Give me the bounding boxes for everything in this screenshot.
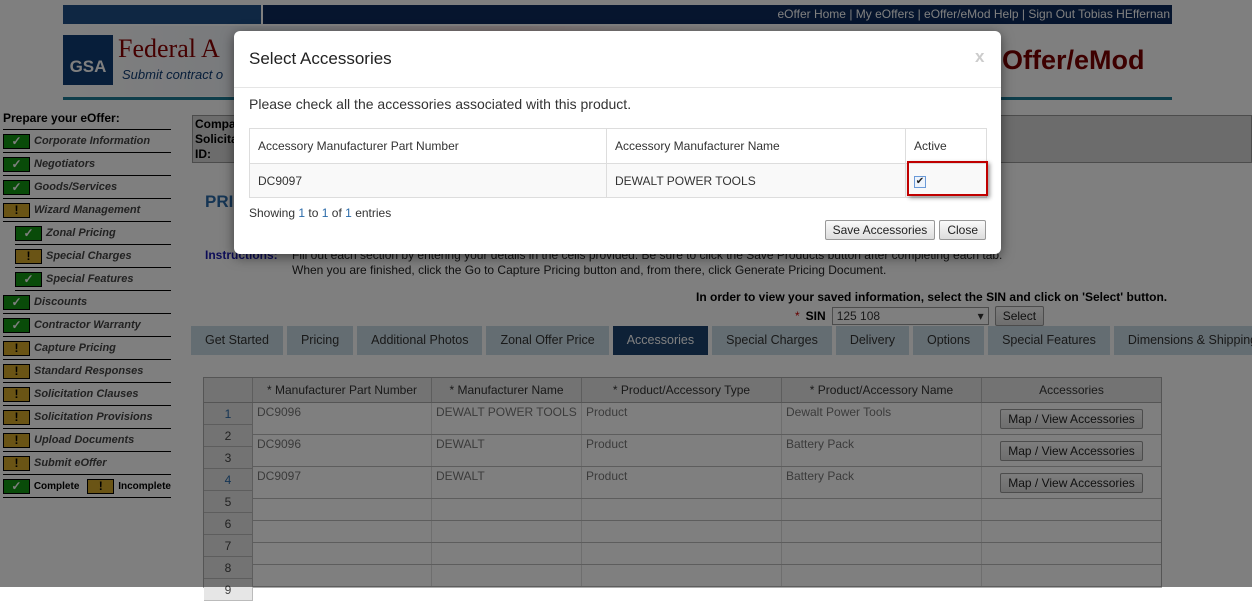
modal-title: Select Accessories: [249, 49, 392, 68]
showing-to-word: to: [308, 206, 319, 220]
showing-of-word: of: [331, 206, 342, 220]
accessory-part-number: DC9097: [249, 163, 607, 198]
table-row: DC9097 DEWALT POWER TOOLS ✔: [249, 163, 987, 198]
col-accessory-part-number[interactable]: Accessory Manufacturer Part Number: [249, 128, 607, 164]
table-header-row: Accessory Manufacturer Part Number Acces…: [249, 128, 987, 164]
accessories-table: Accessory Manufacturer Part Number Acces…: [249, 128, 987, 198]
showing-from: 1: [298, 206, 306, 220]
select-accessories-modal: Select Accessories x Please check all th…: [234, 31, 1001, 254]
close-icon[interactable]: x: [975, 47, 984, 67]
highlight-box: [907, 161, 988, 196]
modal-instructions: Please check all the accessories associa…: [249, 96, 632, 112]
save-accessories-button[interactable]: Save Accessories: [824, 220, 936, 240]
showing-suffix: entries: [355, 206, 392, 220]
showing-to: 1: [321, 206, 329, 220]
modal-buttons: Save Accessories Close: [824, 220, 986, 240]
showing-text: Showing: [249, 206, 296, 220]
modal-divider: [234, 87, 1001, 88]
accessory-manufacturer: DEWALT POWER TOOLS: [606, 163, 906, 198]
entries-info: Showing 1 to 1 of 1 entries: [249, 206, 391, 220]
col-active[interactable]: Active: [905, 128, 987, 164]
col-accessory-manufacturer[interactable]: Accessory Manufacturer Name: [606, 128, 906, 164]
showing-total: 1: [345, 206, 352, 220]
close-button[interactable]: Close: [939, 220, 986, 240]
